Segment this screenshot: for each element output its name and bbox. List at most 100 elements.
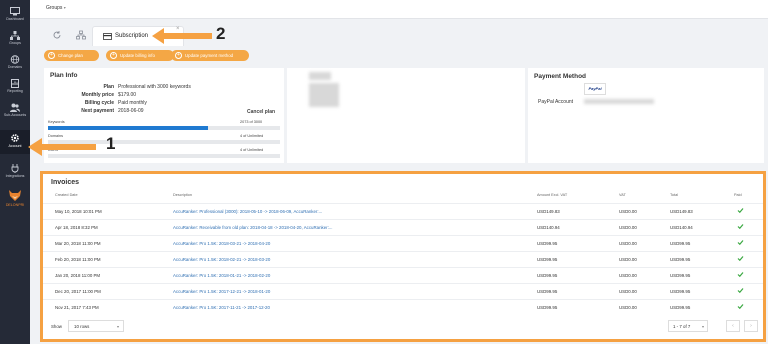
cell-amount: USD99.95 <box>537 273 558 278</box>
cell-total: USD140.94 <box>670 225 693 230</box>
table-row[interactable]: Nov 21, 2017 7:43 PM AccuRanker: Pro 1.5… <box>43 299 763 314</box>
change-plan-label: Change plan <box>58 53 83 58</box>
cell-total: USD99.95 <box>670 257 691 262</box>
check-icon <box>737 240 744 246</box>
payment-method-title: Payment Method <box>534 73 587 80</box>
table-row[interactable]: Mar 20, 2018 11:00 PM AccuRanker: Pro 1.… <box>43 235 763 250</box>
invoices-title: Invoices <box>51 179 80 186</box>
cell-amount: USD99.95 <box>537 289 558 294</box>
sitemap-icon[interactable] <box>76 30 86 40</box>
user-label: DELONPRI <box>5 203 25 207</box>
sidebar-item-sub-accounts[interactable]: Sub-Accounts <box>0 100 30 128</box>
plus-icon: + <box>110 52 117 59</box>
column-header: Created Date <box>55 193 78 197</box>
pagination-label: 1 - 7 of 7 <box>673 324 691 329</box>
sidebar: Dashboard Groups Domains Reporting Sub-A… <box>0 0 30 344</box>
annotation-number-2: 2 <box>216 24 226 43</box>
tab-label: Subscription <box>115 33 149 39</box>
sidebar-item-integrations[interactable]: Integrations <box>0 160 30 184</box>
keywords-bar-fill <box>48 126 208 130</box>
cancel-plan-link[interactable]: Cancel plan <box>247 109 275 115</box>
cell-date: Nov 21, 2017 7:43 PM <box>55 305 99 310</box>
redacted-text <box>309 72 331 80</box>
monitor-icon <box>10 7 20 16</box>
sidebar-item-label: Sub-Accounts <box>3 113 27 117</box>
cell-description[interactable]: AccuRanker: Professional (3000): 2018-05… <box>173 209 322 214</box>
topbar: Groups ▾ <box>30 0 768 19</box>
cell-date: Mar 20, 2018 11:00 PM <box>55 241 101 246</box>
sidebar-item-reporting[interactable]: Reporting <box>0 76 30 100</box>
cell-date: May 10, 2018 10:01 PM <box>55 209 102 214</box>
sitemap-icon <box>10 31 20 40</box>
prev-page-button[interactable]: ‹ <box>726 320 740 332</box>
cell-vat: USD0.00 <box>619 289 637 294</box>
cell-date: Feb 20, 2018 11:00 PM <box>55 257 101 262</box>
cell-description[interactable]: AccuRanker: Pro 1.5K: 2018-03-21 -> 2018… <box>173 241 270 246</box>
cell-vat: USD0.00 <box>619 305 637 310</box>
update-payment-label: Update payment method <box>185 53 234 58</box>
chevron-down-icon: ▾ <box>701 324 704 329</box>
check-icon <box>737 208 744 214</box>
column-header: Description <box>173 193 192 197</box>
annotation-arrow-1 <box>28 138 96 156</box>
cell-total: USD99.95 <box>670 241 691 246</box>
sidebar-item-label: Reporting <box>7 89 23 93</box>
plan-info-title: Plan Info <box>50 72 78 79</box>
check-icon <box>737 224 744 230</box>
next-payment-key: Next payment <box>81 108 114 114</box>
credit-card-icon <box>103 33 112 40</box>
pagination-info[interactable]: 1 - 7 of 7 ▾ <box>668 320 708 332</box>
sidebar-item-label: Integrations <box>5 174 25 178</box>
sidebar-item-groups[interactable]: Groups <box>0 28 30 52</box>
globe-icon <box>10 55 20 64</box>
fox-logo-icon <box>9 190 21 201</box>
next-page-button[interactable]: › <box>744 320 758 332</box>
plan-key: Plan <box>103 84 114 90</box>
cell-vat: USD0.00 <box>619 257 637 262</box>
check-icon <box>737 256 744 262</box>
cell-total: USD149.83 <box>670 209 693 214</box>
rows-per-page-value: 10 rows <box>74 324 90 329</box>
plug-icon <box>11 164 19 173</box>
gear-icon <box>11 134 19 142</box>
change-plan-button[interactable]: + Change plan <box>44 50 99 61</box>
rows-per-page-select[interactable]: 10 rows ▾ <box>68 320 124 332</box>
update-billing-button[interactable]: + Update billing info <box>106 50 174 61</box>
table-row[interactable]: Dec 20, 2017 11:00 PM AccuRanker: Pro 1.… <box>43 283 763 298</box>
next-payment-value: 2018-06-09 <box>118 108 144 114</box>
cell-total: USD99.95 <box>670 289 691 294</box>
groups-dropdown[interactable]: Groups ▾ <box>46 5 66 11</box>
groups-label: Groups <box>46 5 63 11</box>
cell-vat: USD0.00 <box>619 241 637 246</box>
chevron-down-icon: ▾ <box>116 324 119 329</box>
table-row[interactable]: Feb 20, 2018 11:00 PM AccuRanker: Pro 1.… <box>43 251 763 266</box>
sidebar-item-domains[interactable]: Domains <box>0 52 30 76</box>
cell-vat: USD0.00 <box>619 209 637 214</box>
update-payment-button[interactable]: + Update payment method <box>171 50 249 61</box>
cell-amount: USD99.95 <box>537 241 558 246</box>
sidebar-user[interactable]: DELONPRI <box>0 186 30 212</box>
check-icon <box>737 272 744 278</box>
plus-icon: + <box>175 52 182 59</box>
sidebar-item-dashboard[interactable]: Dashboard <box>0 4 30 28</box>
cell-description[interactable]: AccuRanker: Receivable from old plan: 20… <box>173 225 333 230</box>
cell-description[interactable]: AccuRanker: Pro 1.5K: 2018-01-21 -> 2018… <box>173 273 270 278</box>
check-icon <box>737 288 744 294</box>
cell-amount: USD140.94 <box>537 225 560 230</box>
cell-description[interactable]: AccuRanker: Pro 1.5K: 2017-12-21 -> 2018… <box>173 289 270 294</box>
table-row[interactable]: May 10, 2018 10:01 PM AccuRanker: Profes… <box>43 203 763 218</box>
table-row[interactable]: Apr 18, 2018 8:32 PM AccuRanker: Receiva… <box>43 219 763 234</box>
plus-icon: + <box>48 52 55 59</box>
cell-amount: USD99.95 <box>537 257 558 262</box>
chart-icon <box>11 79 19 88</box>
cell-date: Dec 20, 2017 11:00 PM <box>55 289 101 294</box>
show-label: Show <box>51 324 62 329</box>
billing-cycle-value: Paid monthly <box>118 100 147 106</box>
paypal-account-label: PayPal Account <box>538 99 574 105</box>
cell-amount: USD99.95 <box>537 305 558 310</box>
payment-method-panel: Payment Method PayPal PayPal Account <box>528 68 764 163</box>
cell-description[interactable]: AccuRanker: Pro 1.5K: 2018-02-21 -> 2018… <box>173 257 270 262</box>
refresh-icon[interactable] <box>52 30 62 40</box>
cell-description[interactable]: AccuRanker: Pro 1.5K: 2017-11-21 -> 2017… <box>173 305 270 310</box>
table-row[interactable]: Jan 20, 2018 11:00 PM AccuRanker: Pro 1.… <box>43 267 763 282</box>
